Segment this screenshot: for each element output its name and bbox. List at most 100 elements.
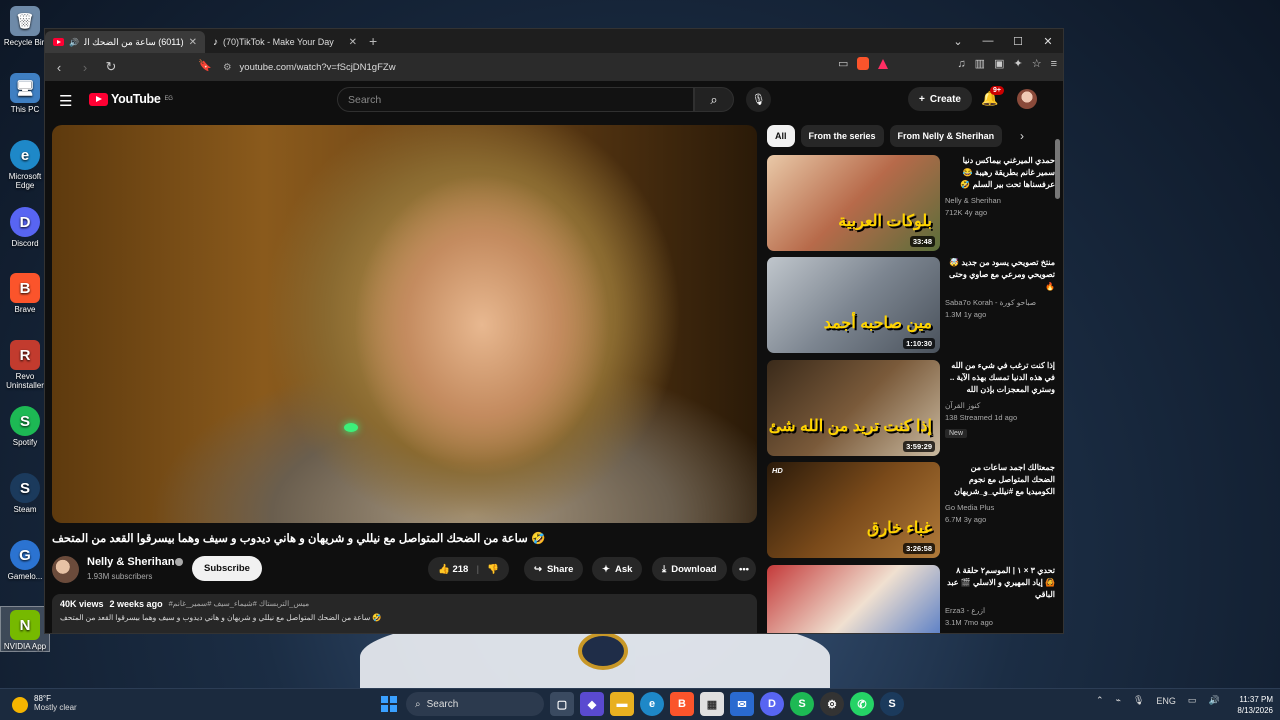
- desktop-icon-edge[interactable]: e Microsoft Edge: [0, 140, 50, 190]
- account-avatar[interactable]: [1017, 89, 1037, 109]
- recommendation-thumbnail[interactable]: مين صاحبه أجمد 1:10:30: [767, 257, 940, 353]
- ask-button[interactable]: ✦ Ask: [592, 557, 643, 581]
- spotify-icon[interactable]: S: [790, 692, 814, 716]
- wallet-icon[interactable]: ▣: [994, 57, 1004, 70]
- tab-youtube[interactable]: 🔊 (6011) ساعة من الضحك المتوا ✕: [45, 31, 205, 53]
- clock[interactable]: 11:37 PM 8/13/2026: [1229, 694, 1273, 716]
- video-player[interactable]: [52, 125, 757, 523]
- create-button[interactable]: + Create: [908, 87, 972, 111]
- file-explorer-icon[interactable]: ▬: [610, 692, 634, 716]
- brave-shields-icon[interactable]: [857, 57, 870, 70]
- recommendation-item[interactable]: تحدي ٣ × ١ | الموسم٢ حلقة ٨ 🙆 إياد المهي…: [767, 565, 1057, 633]
- search-input[interactable]: Search: [337, 87, 694, 112]
- desktop-icon-spotify[interactable]: S Spotify: [0, 406, 50, 447]
- recommendation-thumbnail[interactable]: إذا كنت تريد من الله شئ من امور الدنيا 3:…: [767, 360, 940, 456]
- recommendation-item[interactable]: HD غباء خارق 3:26:58 جمعتالك اجمد ساعات من …: [767, 462, 1057, 558]
- youtube-logo[interactable]: YouTube EG: [89, 92, 173, 106]
- desktop-icon-this-pc[interactable]: 🖥 This PC: [0, 73, 50, 114]
- recommendation-thumbnail[interactable]: [767, 565, 940, 633]
- new-tab-button[interactable]: +: [369, 33, 377, 49]
- edge-icon[interactable]: e: [640, 692, 664, 716]
- desktop-icon-recycle-bin[interactable]: 🗑 Recycle Bin: [0, 6, 50, 47]
- forward-icon[interactable]: ›: [77, 60, 93, 75]
- speaker-icon[interactable]: 🔊: [1208, 695, 1219, 706]
- like-button[interactable]: 👍 218: [438, 564, 468, 575]
- channel-avatar[interactable]: [52, 556, 79, 583]
- brave-icon[interactable]: B: [670, 692, 694, 716]
- scrollbar-thumb[interactable]: [1055, 139, 1060, 199]
- maximize-icon[interactable]: ☐: [1003, 35, 1033, 48]
- url-field[interactable]: ⚙ youtube.com/watch?v=fScjDN1gFZw: [223, 57, 873, 77]
- recommendation-title[interactable]: منتخ تصويحي يسود من جديد 🤯 تصويحي ومرعي …: [945, 257, 1055, 295]
- leo-icon[interactable]: ☆: [1032, 57, 1042, 70]
- cast-icon[interactable]: ▭: [838, 57, 848, 70]
- brave-rewards-icon[interactable]: [878, 58, 889, 69]
- share-button[interactable]: ↪ Share: [524, 557, 584, 581]
- recommendation-title[interactable]: إذا كنت ترغب في شيء من الله في هذه الدني…: [945, 360, 1055, 398]
- recommendation-item[interactable]: إذا كنت تريد من الله شئ من امور الدنيا 3:…: [767, 360, 1057, 456]
- settings-icon[interactable]: ⚙: [820, 692, 844, 716]
- download-button[interactable]: ⤓ Download: [652, 557, 727, 581]
- microphone-icon[interactable]: 🎙: [1133, 695, 1144, 706]
- back-icon[interactable]: ‹: [51, 60, 67, 75]
- whatsapp-icon[interactable]: ✆: [850, 692, 874, 716]
- recommendation-item[interactable]: مين صاحبه أجمد 1:10:30 منتخ تصويحي يسود من…: [767, 257, 1057, 353]
- close-tab-icon[interactable]: ✕: [349, 37, 357, 48]
- page-scrollbar[interactable]: [1055, 133, 1061, 633]
- dislike-button[interactable]: 👎: [487, 564, 499, 575]
- recommendation-channel[interactable]: Nelly & Sherihan: [945, 196, 1055, 205]
- network-icon[interactable]: ⌁: [1116, 695, 1121, 706]
- recommendation-title[interactable]: جمعتالك اجمد ساعات من الضحك المتواصل مع …: [945, 462, 1055, 500]
- desktop-icon-discord[interactable]: D Discord: [0, 207, 50, 248]
- bookmark-icon[interactable]: 🔖: [197, 59, 213, 72]
- start-button[interactable]: [378, 693, 400, 715]
- recommendation-channel[interactable]: Go Media Plus: [945, 503, 1055, 512]
- desktop-icon-steam[interactable]: S Steam: [0, 473, 50, 514]
- search-button[interactable]: ⌕: [694, 87, 734, 112]
- minimize-icon[interactable]: —: [973, 35, 1003, 47]
- weather-widget[interactable]: 88°F Mostly clear: [12, 694, 77, 713]
- desktop-icon-brave[interactable]: B Brave: [0, 273, 50, 314]
- menu-icon[interactable]: ≡: [1051, 58, 1057, 70]
- tab-list-icon[interactable]: ⌄: [943, 35, 973, 48]
- desktop-icon-revo[interactable]: R Revo Uninstaller: [0, 340, 50, 390]
- chip-from-channel[interactable]: From Nelly & Sherihan: [889, 125, 1003, 147]
- steam-icon[interactable]: S: [880, 692, 904, 716]
- recommendation-thumbnail[interactable]: HD غباء خارق 3:26:58: [767, 462, 940, 558]
- reload-icon[interactable]: ↻: [103, 59, 119, 75]
- tab-tiktok[interactable]: ♪ (70)TikTok - Make Your Day ✕: [205, 31, 365, 53]
- description-box[interactable]: 40K views 2 weeks ago #ميس_التربستاك #شي…: [52, 594, 757, 633]
- task-view-icon[interactable]: ▢: [550, 692, 574, 716]
- display-icon[interactable]: ▭: [1188, 695, 1197, 706]
- recommendation-channel[interactable]: Saba7o Korah - صباحو كورة: [945, 298, 1055, 307]
- recommendation-item[interactable]: بلوكات العربية 33:48 حمدي الميرغني بيماكس …: [767, 155, 1057, 251]
- subscribe-button[interactable]: Subscribe: [192, 556, 262, 581]
- extensions-icon[interactable]: ✦: [1013, 57, 1022, 70]
- media-icon[interactable]: ♫: [957, 58, 965, 70]
- site-info-icon[interactable]: ⚙: [223, 62, 232, 73]
- copilot-icon[interactable]: ◆: [580, 692, 604, 716]
- guide-menu-icon[interactable]: ☰: [59, 92, 72, 110]
- chip-all[interactable]: All: [767, 125, 795, 147]
- recommendation-title[interactable]: حمدي الميرغني بيماكس دنيا سمير غانم بطري…: [945, 155, 1055, 193]
- mail-icon[interactable]: ✉: [730, 692, 754, 716]
- close-tab-icon[interactable]: ✕: [189, 37, 197, 48]
- recommendation-channel[interactable]: كنوز القرآن: [945, 401, 1055, 410]
- close-window-icon[interactable]: ✕: [1033, 35, 1063, 48]
- sidebar-icon[interactable]: ▥: [975, 57, 985, 70]
- desktop-icon-gamelo[interactable]: G Gamelo...: [0, 540, 50, 581]
- voice-search-button[interactable]: 🎙: [746, 87, 771, 112]
- desktop-icon-nvidia[interactable]: N NVIDIA App: [0, 606, 50, 652]
- tray-overflow-icon[interactable]: ⌃: [1096, 695, 1104, 706]
- store-icon[interactable]: ▦: [700, 692, 724, 716]
- recommendation-thumbnail[interactable]: بلوكات العربية 33:48: [767, 155, 940, 251]
- language-indicator[interactable]: ENG: [1156, 696, 1176, 706]
- recommendation-title[interactable]: تحدي ٣ × ١ | الموسم٢ حلقة ٨ 🙆 إياد المهي…: [945, 565, 1055, 603]
- chips-next-icon[interactable]: ›: [1020, 129, 1024, 143]
- taskbar-search[interactable]: ⌕ Search: [406, 692, 544, 716]
- channel-name[interactable]: Nelly & Sherihan: [87, 556, 174, 568]
- chip-from-series[interactable]: From the series: [800, 125, 884, 147]
- discord-icon[interactable]: D: [760, 692, 784, 716]
- more-actions-button[interactable]: •••: [732, 557, 756, 581]
- hashtags[interactable]: #ميس_التربستاك #شيماء_سيف #سمير_غانم: [169, 599, 310, 609]
